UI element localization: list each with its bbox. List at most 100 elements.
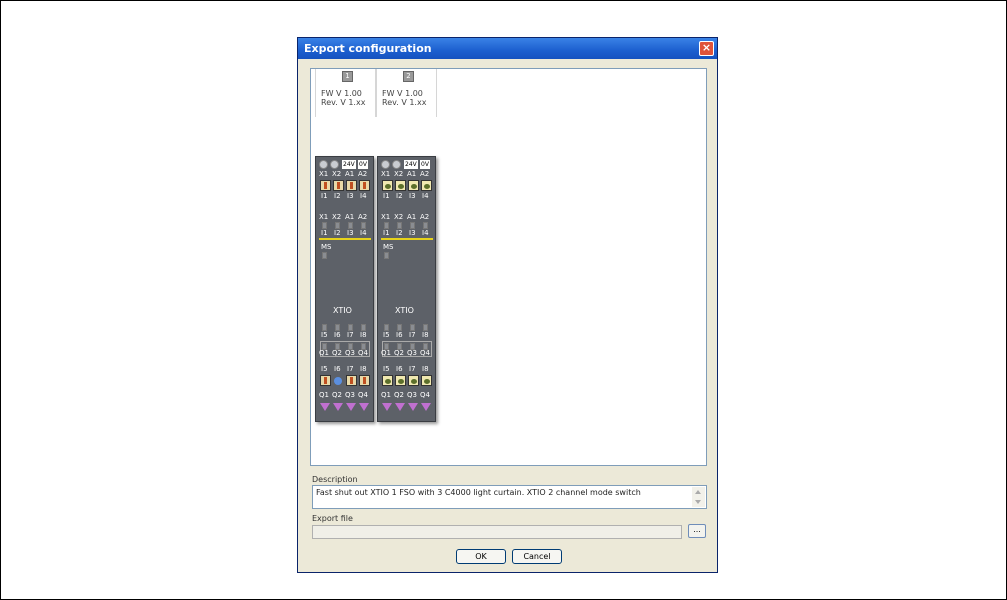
module-name: XTIO — [333, 306, 352, 315]
module-header-1[interactable]: 1 FW V 1.00 Rev. V 1.xx — [315, 69, 376, 117]
terminal-label: A1 — [345, 170, 355, 178]
output-label: Q4 — [420, 349, 430, 357]
sensor-icon[interactable] — [395, 375, 406, 386]
input-label: I8 — [360, 365, 367, 373]
module-header-2[interactable]: 2 FW V 1.00 Rev. V 1.xx — [376, 69, 437, 117]
led-label: I2 — [334, 229, 341, 237]
output-arrow-icon — [359, 403, 369, 411]
description-field[interactable]: Fast shut out XTIO 1 FSO with 3 C4000 li… — [312, 485, 707, 509]
switch-icon[interactable] — [320, 375, 331, 386]
led-icon — [335, 324, 340, 331]
device-icon[interactable] — [346, 180, 357, 191]
description-text: Fast shut out XTIO 1 FSO with 3 C4000 li… — [316, 488, 641, 497]
led-icon — [397, 324, 402, 331]
export-file-field[interactable] — [312, 525, 682, 539]
device-icon[interactable] — [333, 180, 344, 191]
device-icon[interactable] — [359, 180, 370, 191]
led-label: I8 — [422, 331, 429, 339]
output-label: Q3 — [345, 391, 355, 399]
led-icon — [322, 222, 327, 229]
scroll-up-icon[interactable] — [695, 490, 701, 494]
led-label: X1 — [319, 213, 329, 221]
ok-button[interactable]: OK — [456, 549, 506, 564]
screw-icon — [381, 160, 390, 169]
led-label: I5 — [383, 331, 390, 339]
sensor-icon[interactable] — [421, 180, 432, 191]
sensor-icon[interactable] — [421, 375, 432, 386]
xtio-module-2[interactable]: 24V 0V X1 X2 A1 A2 I1 I2 I3 I4 X1 X2 A1 A2 I1 I2 I3 I4 MS X… — [377, 156, 436, 422]
device-icon[interactable] — [320, 180, 331, 191]
led-label: I3 — [409, 229, 416, 237]
voltage-label: 24V — [404, 160, 418, 169]
output-arrow-icon — [320, 403, 330, 411]
output-label: Q4 — [358, 391, 368, 399]
terminal-label: A2 — [420, 170, 430, 178]
led-label: I7 — [347, 331, 354, 339]
input-label: I7 — [347, 365, 354, 373]
led-label: X2 — [332, 213, 342, 221]
led-label: I2 — [396, 229, 403, 237]
led-icon — [335, 222, 340, 229]
close-button[interactable]: × — [699, 41, 714, 56]
sensor-icon[interactable] — [382, 180, 393, 191]
sensor-icon[interactable] — [408, 180, 419, 191]
ms-label: MS — [383, 243, 394, 251]
led-label: A1 — [407, 213, 417, 221]
led-icon — [348, 222, 353, 229]
led-label: I4 — [422, 229, 429, 237]
cancel-button[interactable]: Cancel — [512, 549, 562, 564]
output-arrow-icon — [395, 403, 405, 411]
sensor-icon[interactable] — [408, 375, 419, 386]
device-icon[interactable] — [346, 375, 357, 386]
device-icon[interactable] — [359, 375, 370, 386]
output-label: Q3 — [345, 349, 355, 357]
led-label: I3 — [347, 229, 354, 237]
input-label: I1 — [383, 192, 390, 200]
screw-icon — [330, 160, 339, 169]
screw-icon — [392, 160, 401, 169]
sensor-icon[interactable] — [395, 180, 406, 191]
led-icon — [397, 222, 402, 229]
input-label: I8 — [422, 365, 429, 373]
led-icon — [410, 222, 415, 229]
led-label: A2 — [358, 213, 368, 221]
terminal-label: A2 — [358, 170, 368, 178]
led-label: A2 — [420, 213, 430, 221]
configuration-canvas: 1 FW V 1.00 Rev. V 1.xx 2 FW V 1.00 Rev.… — [310, 68, 707, 466]
input-label: I4 — [422, 192, 429, 200]
output-label: Q2 — [332, 391, 342, 399]
voltage-label: 0V — [420, 160, 430, 169]
lamp-icon[interactable] — [334, 377, 342, 385]
output-label: Q4 — [420, 391, 430, 399]
status-line — [319, 238, 371, 240]
led-label: I4 — [360, 229, 367, 237]
input-label: I6 — [334, 365, 341, 373]
sensor-icon[interactable] — [382, 375, 393, 386]
input-label: I2 — [334, 192, 341, 200]
input-label: I6 — [396, 365, 403, 373]
browse-button[interactable]: ... — [688, 524, 706, 538]
output-label: Q1 — [319, 349, 329, 357]
description-scrollbar[interactable] — [692, 487, 705, 507]
input-label: I5 — [321, 365, 328, 373]
firmware-version: FW V 1.00 Rev. V 1.xx — [321, 89, 366, 107]
led-icon — [384, 222, 389, 229]
input-label: I7 — [409, 365, 416, 373]
scroll-down-icon[interactable] — [695, 500, 701, 504]
led-label: I5 — [321, 331, 328, 339]
output-arrow-icon — [346, 403, 356, 411]
input-label: I4 — [360, 192, 367, 200]
output-label: Q3 — [407, 391, 417, 399]
export-file-label: Export file — [312, 514, 353, 523]
led-icon — [384, 324, 389, 331]
ms-label: MS — [321, 243, 332, 251]
module-number: 2 — [403, 71, 414, 82]
voltage-label: 24V — [342, 160, 356, 169]
terminal-label: X1 — [381, 170, 391, 178]
led-icon — [423, 222, 428, 229]
status-line — [381, 238, 433, 240]
xtio-module-1[interactable]: 24V 0V X1 X2 A1 A2 I1 I2 I3 I4 X1 X2 A1 A2 I1 I2 I3 I4 MS X… — [315, 156, 374, 422]
input-label: I5 — [383, 365, 390, 373]
title-bar[interactable]: Export configuration × — [298, 38, 717, 59]
ms-led-icon — [322, 252, 327, 259]
